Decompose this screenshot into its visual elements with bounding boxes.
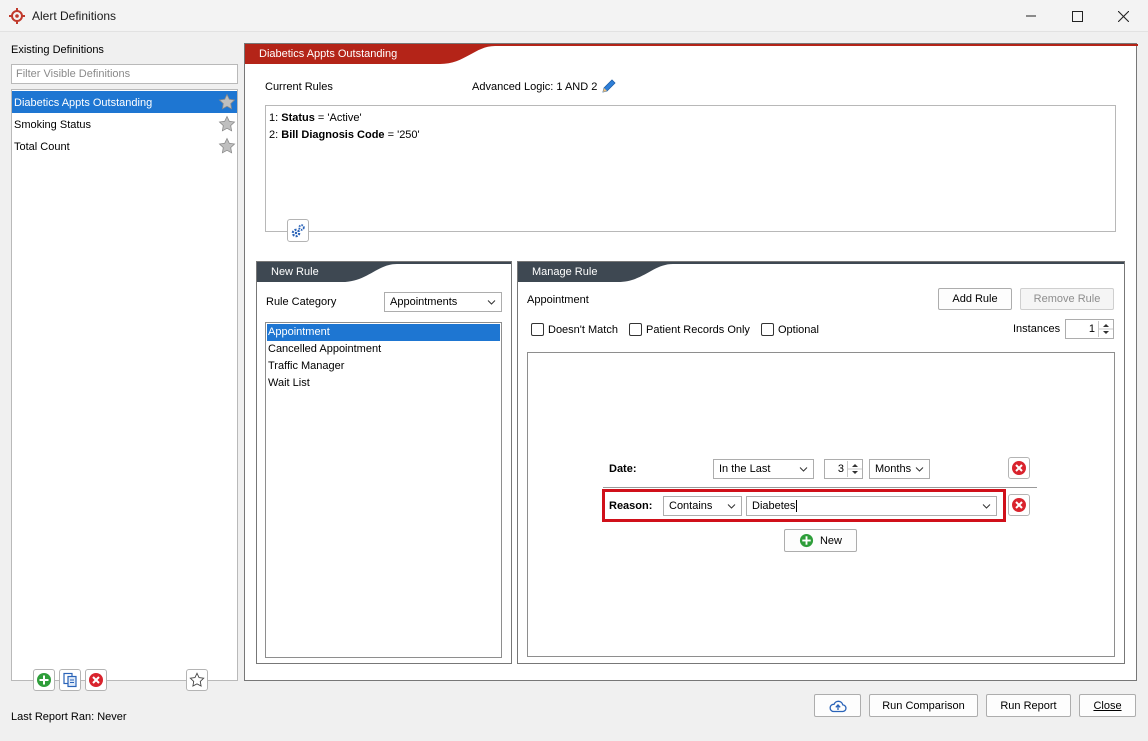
reason-value-combobox[interactable]: Diabetes (746, 496, 997, 516)
patient-records-only-label: Patient Records Only (646, 324, 750, 336)
date-unit-select[interactable]: Months (869, 459, 930, 479)
run-comparison-button[interactable]: Run Comparison (869, 694, 978, 717)
doesnt-match-label: Doesn't Match (548, 324, 618, 336)
instances-stepper[interactable]: 1 (1065, 319, 1114, 339)
definition-item[interactable]: Total Count (12, 135, 237, 157)
rule-line: 2: Bill Diagnosis Code = '250' (269, 129, 420, 141)
list-item[interactable]: Wait List (267, 375, 500, 392)
star-icon[interactable] (218, 115, 236, 133)
manage-rule-name: Appointment (527, 294, 589, 306)
rule-line: 1: Status = 'Active' (269, 112, 362, 124)
copy-definition-button[interactable] (59, 669, 81, 691)
current-rules-label: Current Rules (265, 81, 333, 93)
stepper-arrows-icon[interactable] (847, 461, 862, 477)
chevron-down-icon (487, 300, 496, 305)
optional-checkbox[interactable] (761, 323, 774, 336)
delete-icon (1012, 498, 1026, 512)
star-icon[interactable] (218, 137, 236, 155)
date-amount-stepper[interactable]: 3 (824, 459, 863, 479)
definition-tab: Diabetics Appts Outstanding (245, 44, 1138, 64)
new-rule-tab-title: New Rule (271, 266, 319, 278)
copy-icon (63, 672, 77, 688)
app-logo-icon (9, 8, 25, 24)
doesnt-match-checkbox[interactable] (531, 323, 544, 336)
manage-rule-tab-title: Manage Rule (532, 266, 598, 278)
title-bar (0, 0, 1148, 32)
edit-logic-button[interactable] (600, 77, 618, 95)
delete-icon (1012, 461, 1026, 475)
star-outline-icon (189, 672, 205, 687)
filter-definitions-input[interactable] (11, 64, 238, 84)
close-button[interactable]: Close (1079, 694, 1136, 717)
definition-item[interactable]: Smoking Status (12, 113, 237, 135)
plus-icon (37, 673, 51, 687)
cloud-upload-icon (829, 700, 847, 712)
advanced-logic-text: Advanced Logic: 1 AND 2 (472, 81, 598, 93)
close-window-button[interactable] (1100, 0, 1146, 32)
list-item[interactable]: Traffic Manager (267, 358, 500, 375)
definition-tab-title: Diabetics Appts Outstanding (259, 48, 398, 60)
definition-item[interactable]: Diabetics Appts Outstanding (12, 91, 237, 113)
delete-reason-criterion-button[interactable] (1008, 494, 1030, 516)
list-item[interactable]: Cancelled Appointment (267, 341, 500, 358)
add-definition-button[interactable] (33, 669, 55, 691)
rule-category-list[interactable]: Appointment Cancelled Appointment Traffi… (265, 322, 502, 658)
patient-records-only-checkbox[interactable] (629, 323, 642, 336)
definition-label: Total Count (14, 141, 70, 153)
instances-label: Instances (1013, 323, 1061, 335)
new-rule-tab: New Rule (257, 262, 511, 282)
date-criterion-label: Date: (609, 463, 637, 475)
chevron-down-icon (727, 504, 736, 509)
window-title: Alert Definitions (32, 9, 117, 23)
rule-settings-button[interactable] (287, 219, 309, 242)
rule-category-label: Rule Category (266, 296, 337, 308)
rule-category-select[interactable]: Appointments (384, 292, 502, 312)
delete-date-criterion-button[interactable] (1008, 457, 1030, 479)
date-operator-select[interactable]: In the Last (713, 459, 814, 479)
chevron-down-icon (982, 504, 991, 509)
last-report-status: Last Report Ran: Never (11, 711, 127, 723)
maximize-button[interactable] (1054, 0, 1100, 32)
minimize-button[interactable] (1008, 0, 1054, 32)
add-rule-button[interactable]: Add Rule (938, 288, 1012, 310)
text-caret (796, 500, 798, 512)
gear-icon (291, 223, 305, 237)
current-rules-box: 1: Status = 'Active' 2: Bill Diagnosis C… (265, 105, 1116, 232)
manage-rule-tab: Manage Rule (518, 262, 1124, 282)
list-item[interactable]: Appointment (267, 324, 500, 341)
run-report-button[interactable]: Run Report (986, 694, 1071, 717)
existing-definitions-heading: Existing Definitions (11, 44, 104, 56)
chevron-down-icon (915, 467, 924, 472)
reason-criterion-label: Reason: (609, 500, 653, 512)
delete-icon (89, 673, 103, 687)
upload-button[interactable] (814, 694, 861, 717)
remove-rule-button[interactable]: Remove Rule (1020, 288, 1114, 310)
star-icon[interactable] (218, 93, 236, 111)
pencil-icon (602, 79, 616, 93)
new-criterion-button[interactable]: New (784, 529, 857, 552)
delete-definition-button[interactable] (85, 669, 107, 691)
criteria-divider (603, 487, 1037, 488)
definitions-list[interactable]: Diabetics Appts Outstanding Smoking Stat… (11, 89, 238, 681)
stepper-arrows-icon[interactable] (1098, 321, 1113, 337)
definition-label: Smoking Status (14, 119, 92, 131)
optional-label: Optional (778, 324, 819, 336)
definition-label: Diabetics Appts Outstanding (14, 97, 153, 109)
chevron-down-icon (799, 467, 808, 472)
favorite-button[interactable] (186, 669, 208, 691)
reason-operator-select[interactable]: Contains (663, 496, 742, 516)
plus-icon (799, 533, 814, 548)
